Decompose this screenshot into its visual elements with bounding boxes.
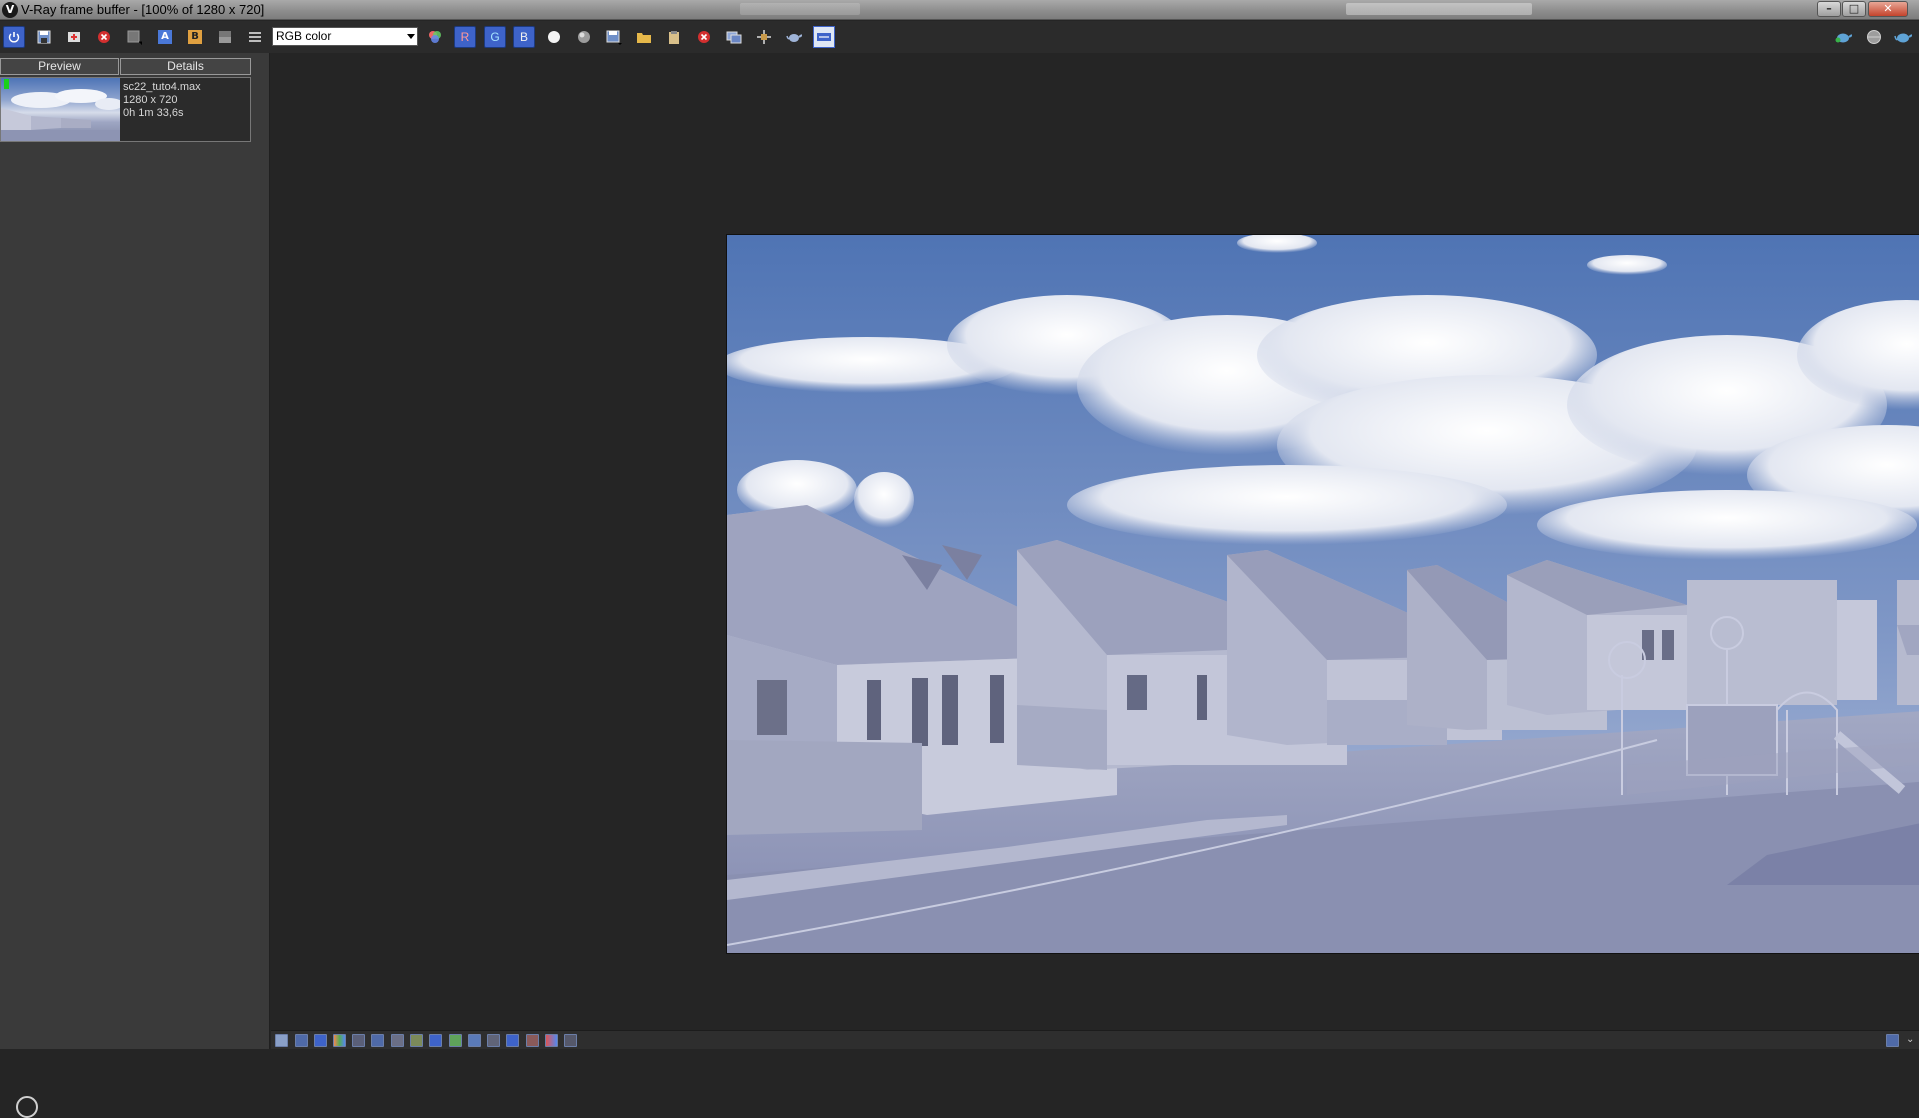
render-thumbnail-image xyxy=(1,89,120,141)
white-sphere-icon xyxy=(548,31,560,43)
history-render-time: 0h 1m 33,6s xyxy=(123,107,184,119)
render-viewport[interactable] xyxy=(271,53,1919,1029)
load-image-button[interactable] xyxy=(633,26,655,48)
history-icon[interactable] xyxy=(564,1034,577,1047)
render-button[interactable] xyxy=(1892,26,1914,48)
history-details: sc22_tuto4.max 1280 x 720 0h 1m 33,6s xyxy=(123,81,201,120)
exposure-icon[interactable] xyxy=(295,1034,308,1047)
copy-clipboard-button[interactable] xyxy=(663,26,685,48)
tab-preview[interactable]: Preview xyxy=(0,58,119,75)
main-toolbar: A B RGB color R G B xyxy=(0,21,1919,53)
status-bar: ⌄ xyxy=(271,1030,1919,1049)
histogram-icon[interactable] xyxy=(314,1034,327,1047)
levels-icon[interactable] xyxy=(333,1034,346,1047)
channel-select[interactable]: RGB color xyxy=(272,27,418,46)
folder-icon xyxy=(637,33,651,43)
background-search-ghost xyxy=(1346,3,1532,15)
history-file-name: sc22_tuto4.max xyxy=(123,81,201,93)
pixel-info-button[interactable] xyxy=(753,26,775,48)
linear-icon[interactable] xyxy=(468,1034,481,1047)
save-all-button[interactable] xyxy=(63,26,85,48)
teapot-blue-icon xyxy=(1835,33,1852,43)
menu-button[interactable] xyxy=(244,26,266,48)
history-flag-icon xyxy=(4,79,9,89)
clipboard-icon xyxy=(669,31,679,44)
lock-button[interactable] xyxy=(1863,26,1885,48)
ab-icon xyxy=(219,31,231,43)
panel-status-circle xyxy=(16,1096,38,1118)
ocio-icon[interactable] xyxy=(410,1034,423,1047)
history-thumbnail xyxy=(1,78,120,141)
blue-channel-button[interactable]: B xyxy=(513,26,535,48)
channel-select-value: RGB color xyxy=(276,29,332,43)
filter-icon[interactable] xyxy=(545,1034,558,1047)
history-resolution: 1280 x 720 xyxy=(123,94,178,106)
clear-image-button[interactable] xyxy=(93,26,115,48)
expand-chevron-icon[interactable]: ⌄ xyxy=(1906,1034,1914,1045)
lens-icon[interactable] xyxy=(526,1034,539,1047)
disk-icon xyxy=(606,30,622,45)
menu-icon xyxy=(249,32,261,42)
curve-icon[interactable] xyxy=(352,1034,365,1047)
vray-logo-icon: V xyxy=(2,2,18,18)
b-icon: B xyxy=(188,30,202,44)
teapot-icon xyxy=(786,34,802,42)
red-channel-button[interactable]: R xyxy=(454,26,476,48)
lens-icon xyxy=(817,33,831,41)
close-button[interactable]: ✕ xyxy=(1868,1,1908,17)
title-bar: V V-Ray frame buffer - [100% of 1280 x 7… xyxy=(0,0,1919,20)
ab-horizontal-button[interactable] xyxy=(214,26,236,48)
power-icon xyxy=(8,32,20,43)
chevron-down-icon xyxy=(407,34,415,39)
stop-icon xyxy=(698,31,710,43)
color-corrections-button[interactable] xyxy=(424,26,446,48)
color-circles-icon xyxy=(429,31,441,43)
window-title: V-Ray frame buffer - [100% of 1280 x 720… xyxy=(21,2,265,17)
icc-icon[interactable] xyxy=(429,1034,442,1047)
bg-image-icon[interactable] xyxy=(371,1034,384,1047)
image-info-icon[interactable] xyxy=(275,1034,288,1047)
lut-icon[interactable] xyxy=(391,1034,404,1047)
srgb-icon[interactable] xyxy=(487,1034,500,1047)
crosshair-icon xyxy=(757,30,771,44)
monitor-icon xyxy=(726,31,742,44)
background-window-title-ghost xyxy=(740,3,860,15)
stamp-icon[interactable] xyxy=(506,1034,519,1047)
teapot-render-icon xyxy=(1894,33,1912,43)
maximize-button[interactable]: □ xyxy=(1842,1,1866,17)
region-icon xyxy=(127,30,142,45)
stop-render-button[interactable] xyxy=(693,26,715,48)
history-item[interactable]: sc22_tuto4.max 1280 x 720 0h 1m 33,6s xyxy=(0,77,251,142)
settings-icon[interactable] xyxy=(1886,1034,1899,1047)
display-correction-icon[interactable] xyxy=(449,1034,462,1047)
compare-a-button[interactable]: A xyxy=(154,26,176,48)
rendered-image[interactable] xyxy=(726,234,1919,954)
sphere-icon xyxy=(1867,30,1881,44)
gray-sphere-icon xyxy=(578,31,590,43)
tab-details[interactable]: Details xyxy=(120,58,251,75)
save-history-button[interactable] xyxy=(603,26,625,48)
history-panel: Preview Details sc22_tuto4.max 1280 x 72… xyxy=(0,53,270,1118)
a-icon: A xyxy=(158,30,172,44)
track-mouse-button[interactable] xyxy=(3,26,25,48)
save-image-button[interactable] xyxy=(33,26,55,48)
minimize-button[interactable]: – xyxy=(1817,1,1841,17)
show-corrections-button[interactable] xyxy=(723,26,745,48)
save-icon xyxy=(37,30,51,44)
compare-b-button[interactable]: B xyxy=(184,26,206,48)
interactive-render-button[interactable] xyxy=(1832,26,1854,48)
green-channel-button[interactable]: G xyxy=(484,26,506,48)
clear-icon xyxy=(98,31,110,43)
monochrome-button[interactable] xyxy=(573,26,595,48)
region-render-button[interactable] xyxy=(123,26,145,48)
save-all-icon xyxy=(68,32,80,42)
render-last-button[interactable] xyxy=(783,26,805,48)
lens-effects-button[interactable] xyxy=(813,26,835,48)
alpha-channel-button[interactable] xyxy=(543,26,565,48)
